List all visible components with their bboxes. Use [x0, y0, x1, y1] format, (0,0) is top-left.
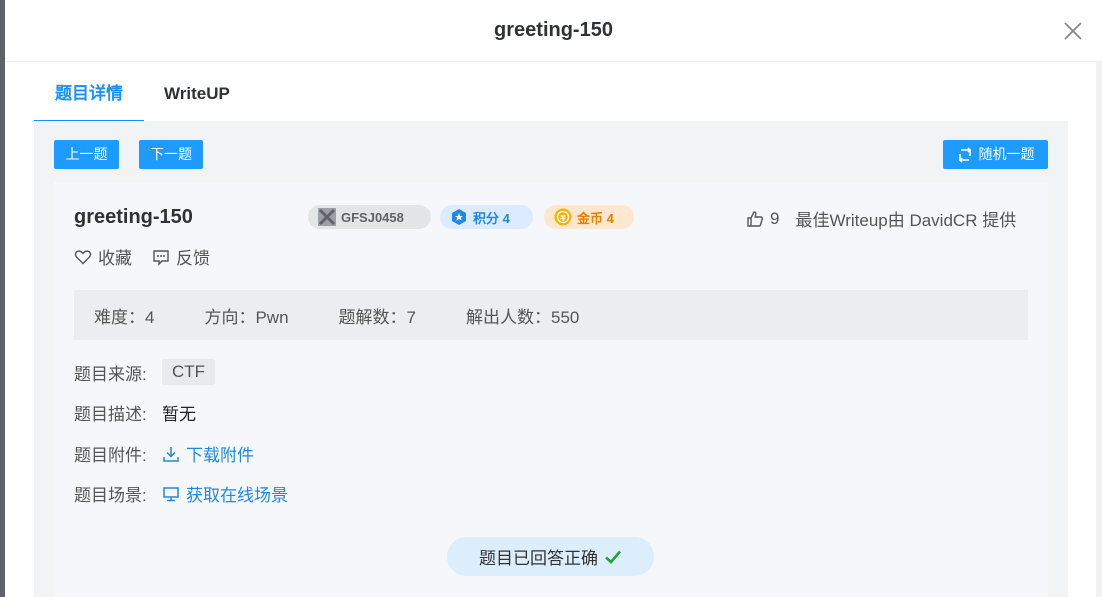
random-question-label: 随机一题: [978, 146, 1035, 162]
answered-status: 题目已回答正确: [447, 537, 654, 576]
download-attachment-link[interactable]: 下载附件: [162, 441, 254, 466]
description-value: 暂无: [162, 405, 196, 424]
get-online-scene-link[interactable]: 获取在线场景: [162, 481, 288, 506]
content-area: 上一题 下一题 随机一题 greeting-150 GFSJ0458 积分 4 …: [34, 121, 1068, 597]
check-icon: [605, 550, 621, 564]
feedback-label: 反馈: [176, 249, 210, 268]
tab-writeup[interactable]: WriteUP: [164, 62, 230, 120]
scene-row: 题目场景: 获取在线场景: [74, 481, 288, 506]
random-question-button[interactable]: 随机一题: [943, 140, 1048, 169]
favorite-button[interactable]: 收藏: [74, 244, 132, 269]
source-row: 题目来源: CTF: [74, 359, 216, 385]
difficulty-stat: 难度：4: [94, 307, 155, 327]
modal-title: greeting-150: [494, 19, 613, 41]
question-id-badge: GFSJ0458: [308, 205, 431, 229]
score-text: 积分 4: [473, 210, 510, 226]
monitor-icon: [163, 486, 179, 501]
description-label: 题目描述:: [74, 405, 147, 424]
likes-info: 9 最佳Writeup由 DavidCR 提供: [746, 206, 1016, 231]
score-badge: 积分 4: [440, 205, 533, 229]
stats-bar: 难度：4 方向：Pwn 题解数：7 解出人数：550: [74, 290, 1028, 340]
question-actions: 收藏 反馈: [74, 244, 210, 269]
description-row: 题目描述: 暂无: [74, 400, 196, 425]
heart-icon: [74, 249, 92, 264]
tab-details[interactable]: 题目详情: [34, 62, 144, 122]
get-online-scene-label: 获取在线场景: [186, 486, 288, 505]
coin-text: 金币 4: [577, 210, 614, 226]
best-writeup-text: 最佳Writeup由 DavidCR 提供: [795, 211, 1017, 230]
score-star-icon: [452, 209, 466, 225]
thumbs-up-icon[interactable]: [746, 210, 764, 228]
coin-icon: [554, 208, 572, 226]
solutions-stat: 题解数：7: [338, 307, 417, 327]
attachment-row: 题目附件: 下载附件: [74, 441, 254, 466]
question-modal: greeting-150 题目详情 WriteUP 上一题 下一题 随机一题 g…: [5, 0, 1102, 597]
answered-text: 题目已回答正确: [479, 549, 598, 568]
scrollbar[interactable]: [1096, 62, 1102, 597]
tab-bar: 题目详情 WriteUP: [34, 62, 1068, 122]
modal-header: greeting-150: [5, 0, 1102, 62]
feedback-icon: [153, 249, 169, 266]
next-question-button[interactable]: 下一题: [139, 140, 203, 169]
source-tag: CTF: [162, 359, 216, 385]
close-icon[interactable]: [1062, 20, 1084, 42]
shuffle-icon: [958, 146, 971, 163]
question-title: greeting-150: [74, 206, 193, 228]
question-card: greeting-150 GFSJ0458 积分 4 金币 4 9 最佳Writ…: [54, 182, 1048, 597]
solvers-stat: 解出人数：550: [466, 307, 580, 327]
likes-count: 9: [770, 208, 780, 228]
attachment-label: 题目附件:: [74, 446, 147, 465]
direction-stat: 方向：Pwn: [204, 307, 289, 327]
favorite-label: 收藏: [98, 249, 132, 268]
mosaic-icon: [318, 208, 336, 226]
download-attachment-label: 下载附件: [186, 446, 254, 465]
source-label: 题目来源:: [74, 364, 147, 384]
scene-label: 题目场景:: [74, 486, 147, 505]
download-icon: [163, 446, 179, 462]
coin-badge: 金币 4: [544, 205, 634, 229]
feedback-button[interactable]: 反馈: [152, 244, 210, 269]
prev-question-button[interactable]: 上一题: [54, 140, 119, 169]
question-id-text: GFSJ0458: [341, 209, 404, 225]
